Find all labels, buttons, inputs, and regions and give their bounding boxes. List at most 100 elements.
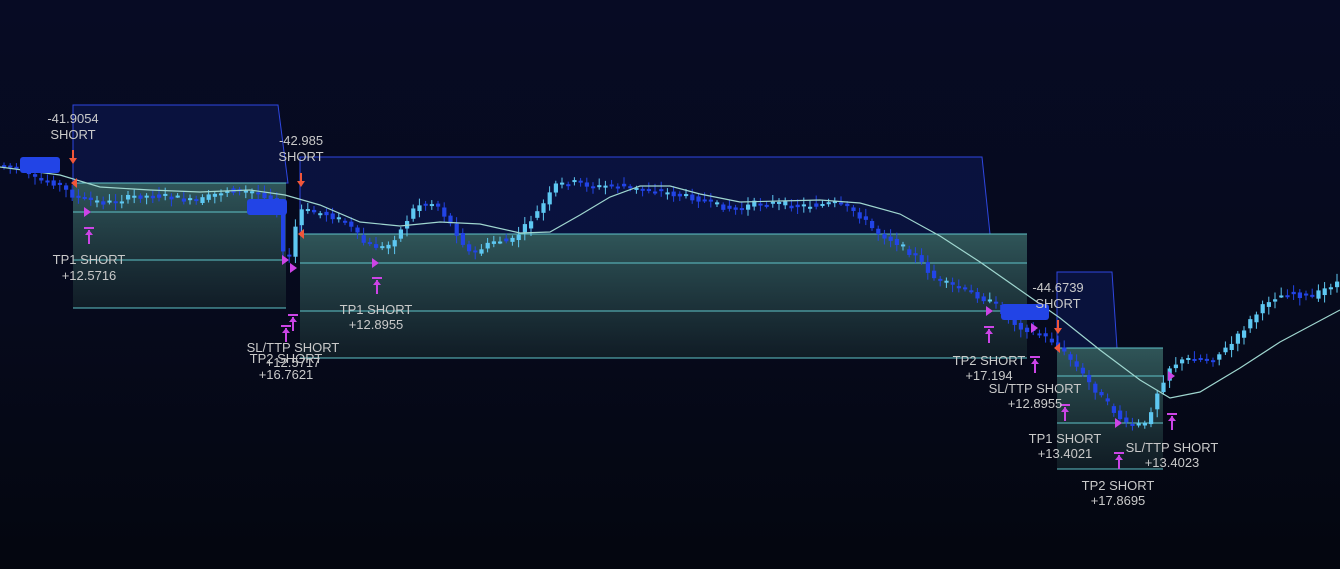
candle-body-131 xyxy=(814,203,819,207)
candle-body-35 xyxy=(219,193,224,196)
candle-body-40 xyxy=(250,191,255,194)
trade1-entry-value: -41.9054 xyxy=(47,111,98,126)
candle-body-97 xyxy=(603,185,608,188)
chart-canvas[interactable]: -41.9054 SHORT TP1 SHORT +12.5716 SL/TTP… xyxy=(0,0,1340,569)
candle-body-151 xyxy=(938,278,943,281)
candle-body-85 xyxy=(529,221,534,229)
candle-body-180 xyxy=(1118,410,1123,420)
candle-body-127 xyxy=(789,205,794,209)
candle-body-67 xyxy=(417,205,422,212)
candle-body-192 xyxy=(1192,358,1197,361)
candle-body-123 xyxy=(764,204,769,207)
candle-body-83 xyxy=(516,234,521,241)
trade2-entry-label: SHORT xyxy=(278,149,323,164)
trade2-entry-value: -42.985 xyxy=(279,133,323,148)
candle-body-21 xyxy=(132,195,137,198)
candle-body-62 xyxy=(386,244,391,249)
candle-body-157 xyxy=(975,292,980,299)
candle-body-1 xyxy=(8,165,13,168)
candle-body-212 xyxy=(1316,290,1321,299)
candle-body-198 xyxy=(1229,343,1234,350)
candle-body-30 xyxy=(188,198,193,201)
candle-body-136 xyxy=(845,203,850,207)
candle-body-122 xyxy=(758,203,763,206)
candle-body-194 xyxy=(1204,358,1209,361)
candle-body-189 xyxy=(1173,364,1178,369)
candle-body-155 xyxy=(963,287,968,290)
candle-body-12 xyxy=(76,195,81,198)
candle-body-49 xyxy=(305,209,310,212)
candle-body-184 xyxy=(1142,422,1147,426)
candle-body-24 xyxy=(150,195,155,199)
candle-body-176 xyxy=(1093,383,1098,393)
candle-body-207 xyxy=(1285,295,1290,298)
candle-body-120 xyxy=(746,204,751,210)
tp-marker-head xyxy=(289,317,297,322)
candle-body-128 xyxy=(795,204,800,208)
candle-body-109 xyxy=(677,193,682,197)
candle-body-76 xyxy=(473,250,478,253)
candle-body-117 xyxy=(727,205,732,209)
candle-body-92 xyxy=(572,180,577,183)
trade2-tp2-label: TP2 SHORT xyxy=(953,353,1026,368)
candle-body-103 xyxy=(640,188,645,191)
trade1-tp1-label: TP1 SHORT xyxy=(53,252,126,267)
candle-body-168 xyxy=(1043,333,1048,337)
candle-body-9 xyxy=(57,182,62,185)
candle-body-111 xyxy=(690,194,695,201)
tp-marker-head xyxy=(1031,359,1039,364)
candle-body-181 xyxy=(1124,417,1129,423)
candle-body-204 xyxy=(1266,302,1271,307)
entry-tag-1 xyxy=(20,157,60,173)
candle-body-190 xyxy=(1180,359,1185,364)
candle-body-107 xyxy=(665,192,670,195)
candle-body-90 xyxy=(560,182,565,185)
trading-chart[interactable]: -41.9054 SHORT TP1 SHORT +12.5716 SL/TTP… xyxy=(0,0,1340,569)
candle-body-56 xyxy=(349,221,354,227)
candle-body-46 xyxy=(287,254,292,257)
trade3-tp1-value: +13.4021 xyxy=(1038,446,1093,461)
candle-body-130 xyxy=(808,206,813,209)
candle-body-148 xyxy=(919,255,924,262)
candle-body-187 xyxy=(1161,382,1166,393)
candle-body-42 xyxy=(262,192,267,199)
candle-body-199 xyxy=(1235,333,1240,344)
candle-body-19 xyxy=(119,201,124,204)
candle-body-179 xyxy=(1111,406,1116,413)
candle-body-59 xyxy=(367,242,372,245)
candle-body-140 xyxy=(870,220,875,229)
candle-body-28 xyxy=(175,195,180,198)
candle-body-129 xyxy=(801,204,806,207)
candle-body-213 xyxy=(1322,288,1327,296)
candle-body-11 xyxy=(70,189,75,198)
tp-marker-head xyxy=(282,328,290,333)
candle-body-81 xyxy=(504,238,509,242)
candle-body-164 xyxy=(1018,322,1023,330)
candle-body-146 xyxy=(907,249,912,255)
candle-body-71 xyxy=(442,207,447,217)
trade2-tp1-value: +12.8955 xyxy=(349,317,404,332)
candle-body-16 xyxy=(101,201,106,205)
candle-body-58 xyxy=(361,235,366,243)
candle-body-209 xyxy=(1297,292,1302,299)
candle-body-182 xyxy=(1130,423,1135,426)
candle-body-205 xyxy=(1273,299,1278,302)
candle-body-29 xyxy=(181,198,186,202)
candle-body-149 xyxy=(925,262,930,273)
stop-zone-2 xyxy=(299,156,991,235)
candle-body-186 xyxy=(1155,393,1160,410)
candle-body-78 xyxy=(485,242,490,249)
trade2-tp1-label: TP1 SHORT xyxy=(340,302,413,317)
candle-body-63 xyxy=(392,240,397,247)
candle-body-15 xyxy=(95,200,100,203)
candle-body-141 xyxy=(876,228,881,235)
candle-body-113 xyxy=(702,199,707,202)
trade2-sl-value: +12.8955 xyxy=(1008,396,1063,411)
candle-body-154 xyxy=(956,286,961,289)
trade3-tp1-label: TP1 SHORT xyxy=(1029,431,1102,446)
candle-body-116 xyxy=(721,204,726,210)
candle-body-156 xyxy=(969,290,974,293)
candle-body-31 xyxy=(194,199,199,202)
candle-body-48 xyxy=(299,209,304,226)
candle-body-200 xyxy=(1242,330,1247,338)
